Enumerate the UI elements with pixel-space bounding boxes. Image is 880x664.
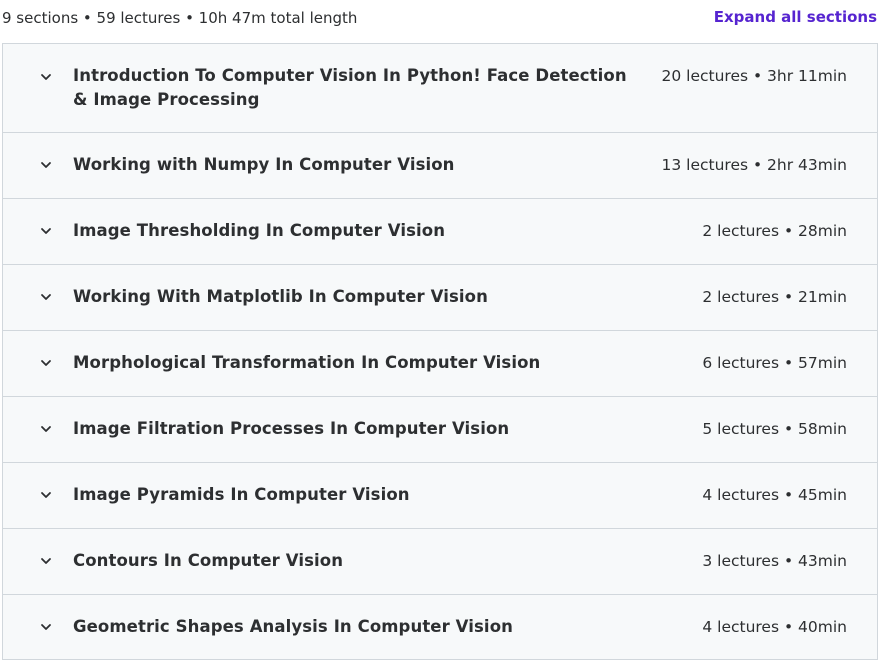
section-lecture-count: 4 lectures • 45min bbox=[702, 486, 847, 504]
section-lecture-count: 13 lectures • 2hr 43min bbox=[661, 156, 848, 174]
chevron-down-icon bbox=[38, 553, 54, 569]
curriculum-header: 9 sections • 59 lectures • 10h 47m total… bbox=[0, 0, 880, 36]
section-title: Introduction To Computer Vision In Pytho… bbox=[73, 66, 627, 109]
section-title: Contours In Computer Vision bbox=[73, 551, 344, 570]
section-title: Image Pyramids In Computer Vision bbox=[73, 485, 410, 504]
section-row[interactable]: Working with Numpy In Computer Vision 13… bbox=[3, 132, 877, 198]
section-lecture-count: 20 lectures • 3hr 11min bbox=[661, 67, 848, 85]
section-row[interactable]: Contours In Computer Vision 3 lectures •… bbox=[3, 528, 877, 594]
chevron-down-icon bbox=[38, 421, 54, 437]
chevron-down-icon bbox=[38, 487, 54, 503]
section-row[interactable]: Image Thresholding In Computer Vision 2 … bbox=[3, 198, 877, 264]
course-curriculum: 9 sections • 59 lectures • 10h 47m total… bbox=[0, 0, 880, 664]
section-title: Morphological Transformation In Computer… bbox=[73, 353, 541, 372]
section-lecture-count: 5 lectures • 58min bbox=[702, 420, 847, 438]
chevron-down-icon bbox=[38, 223, 54, 239]
section-row[interactable]: Working With Matplotlib In Computer Visi… bbox=[3, 264, 877, 330]
section-row[interactable]: Image Filtration Processes In Computer V… bbox=[3, 396, 877, 462]
chevron-down-icon bbox=[38, 619, 54, 635]
section-row[interactable]: Morphological Transformation In Computer… bbox=[3, 330, 877, 396]
chevron-down-icon bbox=[38, 289, 54, 305]
section-lecture-count: 2 lectures • 21min bbox=[702, 288, 847, 306]
section-title: Image Filtration Processes In Computer V… bbox=[73, 419, 510, 438]
chevron-down-icon bbox=[38, 355, 54, 371]
section-title: Working With Matplotlib In Computer Visi… bbox=[73, 287, 488, 306]
section-lecture-count: 3 lectures • 43min bbox=[702, 552, 847, 570]
section-title: Geometric Shapes Analysis In Computer Vi… bbox=[73, 617, 513, 636]
chevron-down-icon bbox=[38, 157, 54, 173]
section-title: Image Thresholding In Computer Vision bbox=[73, 221, 446, 240]
section-lecture-count: 2 lectures • 28min bbox=[702, 222, 847, 240]
section-title: Working with Numpy In Computer Vision bbox=[73, 155, 455, 174]
section-lecture-count: 4 lectures • 40min bbox=[702, 618, 847, 636]
section-row[interactable]: Geometric Shapes Analysis In Computer Vi… bbox=[3, 594, 877, 659]
chevron-down-icon bbox=[38, 69, 54, 85]
section-row[interactable]: Image Pyramids In Computer Vision 4 lect… bbox=[3, 462, 877, 528]
expand-all-sections-button[interactable]: Expand all sections bbox=[714, 7, 877, 27]
section-row[interactable]: Introduction To Computer Vision In Pytho… bbox=[3, 44, 877, 132]
section-list: Introduction To Computer Vision In Pytho… bbox=[2, 43, 878, 660]
curriculum-summary: 9 sections • 59 lectures • 10h 47m total… bbox=[2, 9, 358, 27]
section-lecture-count: 6 lectures • 57min bbox=[702, 354, 847, 372]
